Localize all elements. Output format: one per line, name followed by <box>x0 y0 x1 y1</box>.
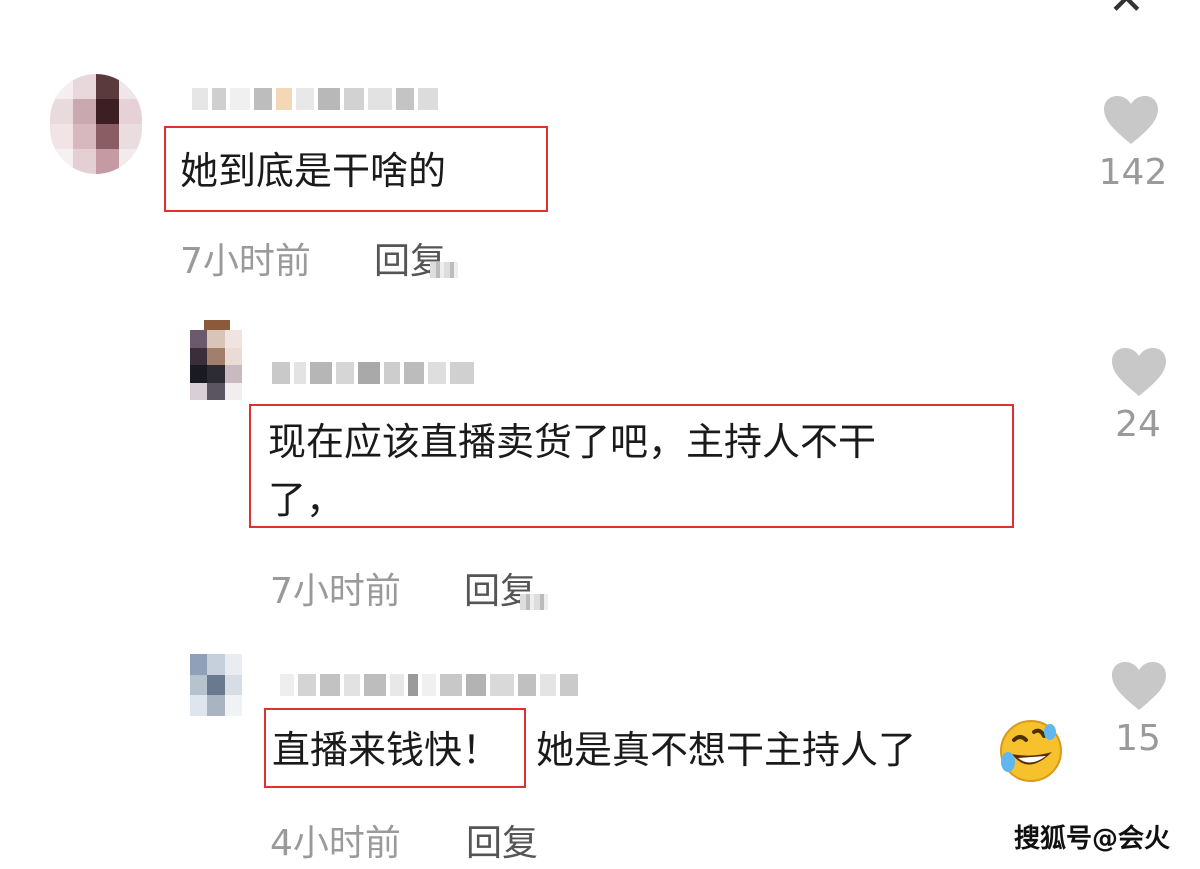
comment-text-highlight: 直播来钱快！ <box>272 728 501 772</box>
reply-artifact <box>430 262 458 278</box>
heart-icon[interactable] <box>1102 94 1160 146</box>
comment-thread: ✕ 她到底是干啥的 7小时前 回复 142 <box>0 0 1200 869</box>
watermark: 搜狐号@会火 <box>1013 824 1170 854</box>
comment-timestamp: 4小时前 <box>270 823 401 864</box>
heart-icon[interactable] <box>1110 660 1168 712</box>
avatar[interactable] <box>50 74 142 174</box>
username-blurred[interactable] <box>192 88 438 110</box>
reply-button[interactable]: 回复 <box>466 814 538 866</box>
comment-timestamp: 7小时前 <box>270 571 401 612</box>
comment-text: 她到底是干啥的 <box>180 149 447 193</box>
reply-artifact <box>520 594 548 610</box>
rolling-laughing-emoji <box>1000 720 1062 782</box>
comment-timestamp: 7小时前 <box>180 241 311 282</box>
comment-text-line-2: 了， <box>268 478 345 522</box>
heart-icon[interactable] <box>1110 346 1168 398</box>
like-count: 15 <box>1115 718 1161 759</box>
like-count: 142 <box>1098 152 1168 193</box>
username-blurred[interactable] <box>272 362 474 384</box>
comment-text: 她是真不想干主持人了 <box>536 728 917 772</box>
close-icon[interactable]: ✕ <box>1108 0 1145 22</box>
comment-text-line-1: 现在应该直播卖货了吧，主持人不干 <box>268 420 877 464</box>
avatar[interactable] <box>190 330 242 400</box>
username-blurred[interactable] <box>280 674 578 696</box>
avatar[interactable] <box>190 654 242 716</box>
like-count: 24 <box>1115 404 1161 445</box>
